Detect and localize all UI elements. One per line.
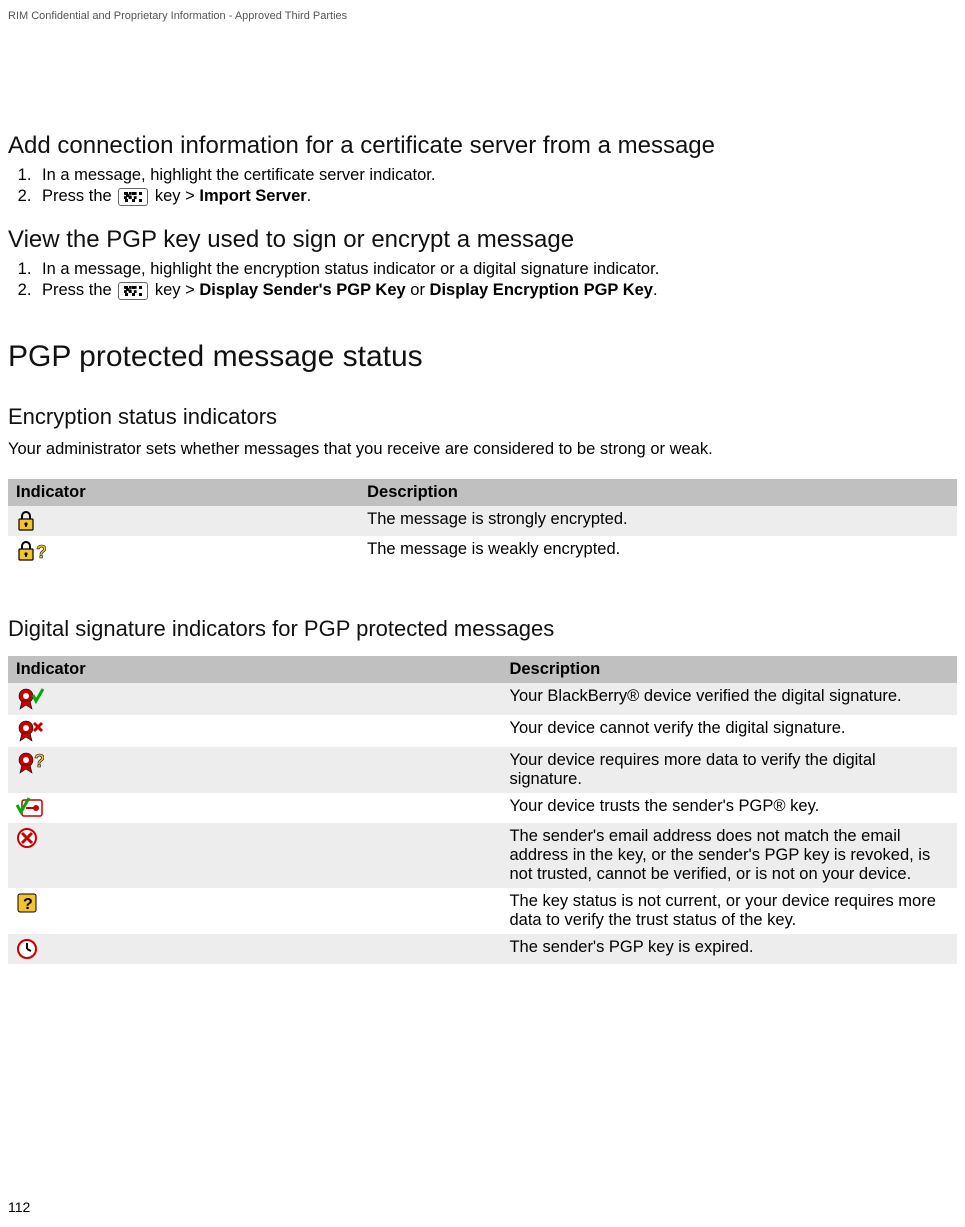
table-row: Your BlackBerry® device verified the dig…	[8, 683, 957, 715]
table-row: The sender's email address does not matc…	[8, 823, 957, 888]
table-row: Your device cannot verify the digital si…	[8, 715, 957, 747]
step-text: Press the	[42, 281, 116, 299]
description-cell: The message is strongly encrypted.	[359, 506, 957, 536]
indicator-cell	[8, 683, 501, 715]
th-indicator: Indicator	[8, 656, 501, 683]
step-item: Press the key > Import Server.	[36, 187, 957, 206]
step-text: key >	[150, 281, 199, 299]
indicator-cell: ?	[8, 536, 359, 566]
indicator-cell	[8, 793, 501, 823]
x-circle-icon	[16, 827, 38, 849]
step-text: .	[307, 187, 312, 205]
step-text: Press the	[42, 187, 116, 205]
steps-view-pgp: In a message, highlight the encryption s…	[8, 260, 957, 300]
th-description: Description	[501, 656, 957, 683]
heading-signature-indicators: Digital signature indicators for PGP pro…	[8, 616, 957, 642]
step-item: In a message, highlight the certificate …	[36, 166, 957, 185]
table-row: ? The message is weakly encrypted.	[8, 536, 957, 566]
step-text-bold: Display Sender's PGP Key	[199, 281, 405, 299]
table-row: The sender's PGP key is expired.	[8, 934, 957, 964]
description-cell: Your BlackBerry® device verified the dig…	[501, 683, 957, 715]
th-description: Description	[359, 479, 957, 506]
th-indicator: Indicator	[8, 479, 359, 506]
heading-view-pgp: View the PGP key used to sign or encrypt…	[8, 226, 957, 254]
svg-text:?: ?	[34, 751, 44, 771]
encryption-indicators-table: Indicator Description The message is str…	[8, 479, 957, 566]
encryption-intro-text: Your administrator sets whether messages…	[8, 440, 957, 459]
ribbon-question-icon: ?	[16, 751, 44, 775]
clock-expired-icon	[16, 938, 38, 960]
heading-add-connection: Add connection information for a certifi…	[8, 132, 957, 160]
page-number: 112	[8, 1199, 30, 1215]
menu-key-icon	[118, 188, 148, 206]
table-header-row: Indicator Description	[8, 656, 957, 683]
indicator-cell	[8, 934, 501, 964]
svg-text:?: ?	[23, 896, 33, 913]
table-row: ? The key status is not current, or your…	[8, 888, 957, 934]
step-text-bold: Display Encryption PGP Key	[430, 281, 653, 299]
heading-pgp-status: PGP protected message status	[8, 340, 957, 374]
step-text: key >	[150, 187, 199, 205]
lock-weak-question-icon: ?	[16, 540, 46, 562]
header-note: RIM Confidential and Proprietary Informa…	[8, 10, 957, 22]
lock-strong-icon	[16, 510, 36, 532]
step-item: Press the key > Display Sender's PGP Key…	[36, 281, 957, 300]
question-box-icon: ?	[16, 892, 38, 914]
menu-key-icon	[118, 282, 148, 300]
indicator-cell: ?	[8, 888, 501, 934]
svg-text:?: ?	[36, 542, 46, 562]
description-cell: The message is weakly encrypted.	[359, 536, 957, 566]
table-row: ? Your device requires more data to veri…	[8, 747, 957, 793]
table-row: The message is strongly encrypted.	[8, 506, 957, 536]
description-cell: The key status is not current, or your d…	[501, 888, 957, 934]
description-cell: Your device cannot verify the digital si…	[501, 715, 957, 747]
step-text: .	[653, 281, 658, 299]
step-text-bold: Import Server	[199, 187, 306, 205]
indicator-cell	[8, 506, 359, 536]
heading-encryption-indicators: Encryption status indicators	[8, 404, 957, 430]
ribbon-check-icon	[16, 687, 44, 711]
indicator-cell	[8, 823, 501, 888]
table-row: Your device trusts the sender's PGP® key…	[8, 793, 957, 823]
step-text: or	[406, 281, 430, 299]
table-header-row: Indicator Description	[8, 479, 957, 506]
description-cell: Your device trusts the sender's PGP® key…	[501, 793, 957, 823]
description-cell: Your device requires more data to verify…	[501, 747, 957, 793]
indicator-cell	[8, 715, 501, 747]
step-item: In a message, highlight the encryption s…	[36, 260, 957, 279]
indicator-cell: ?	[8, 747, 501, 793]
ribbon-x-icon	[16, 719, 44, 743]
steps-add-connection: In a message, highlight the certificate …	[8, 166, 957, 206]
description-cell: The sender's email address does not matc…	[501, 823, 957, 888]
signature-indicators-table: Indicator Description Your BlackBerry® d…	[8, 656, 957, 964]
description-cell: The sender's PGP key is expired.	[501, 934, 957, 964]
key-trusted-check-icon	[16, 797, 44, 819]
